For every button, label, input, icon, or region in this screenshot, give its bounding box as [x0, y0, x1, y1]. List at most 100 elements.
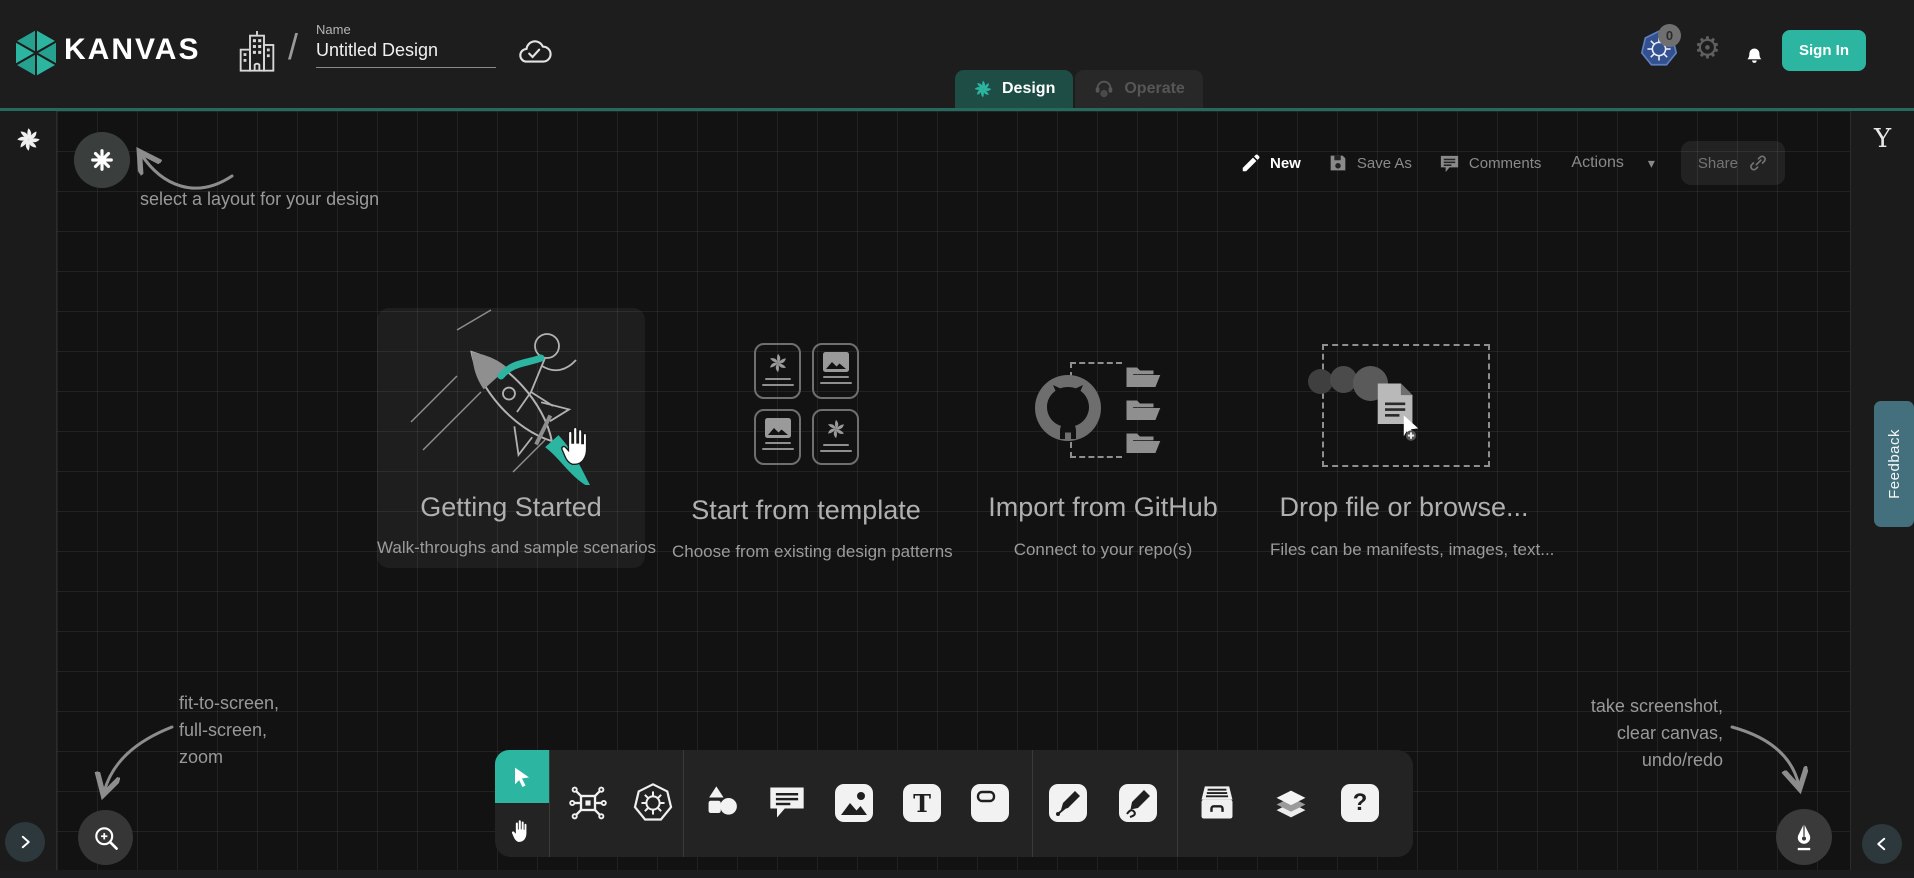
- credits-indicator[interactable]: 0: [1638, 28, 1684, 72]
- tool-comment[interactable]: [767, 784, 807, 827]
- pencil-draw-icon: [1119, 784, 1157, 822]
- tab-design[interactable]: Design: [955, 70, 1073, 108]
- tool-image[interactable]: [835, 784, 873, 822]
- template-tile-pinwheel: [812, 409, 859, 465]
- tool-kubernetes[interactable]: [631, 781, 675, 830]
- floppy-save-icon: [1327, 152, 1349, 174]
- pinwheel-icon: [825, 418, 847, 440]
- sign-in-button[interactable]: Sign In: [1782, 30, 1866, 71]
- header: KANVAS / Name: [0, 0, 1914, 108]
- tool-text[interactable]: T: [903, 784, 941, 822]
- cloud-saved-icon: [516, 36, 554, 66]
- new-label: New: [1270, 155, 1301, 172]
- tab-operate-label: Operate: [1124, 80, 1184, 98]
- card-title-drop-file: Drop file or browse...: [1270, 492, 1538, 523]
- card-start-from-template[interactable]: [754, 343, 859, 465]
- comments-button[interactable]: Comments: [1438, 152, 1542, 175]
- save-as-label: Save As: [1357, 155, 1412, 172]
- kubernetes-helm-icon: [631, 781, 675, 825]
- new-button[interactable]: New: [1240, 152, 1301, 174]
- card-title-template: Start from template: [672, 495, 940, 526]
- design-pinwheel-icon: [973, 79, 993, 99]
- tool-flow-nodes[interactable]: [567, 782, 609, 829]
- folder-icon: [1125, 430, 1161, 455]
- card-title-github: Import from GitHub: [969, 492, 1237, 523]
- yaml-panel-icon[interactable]: Y: [1874, 124, 1891, 154]
- organization-building-icon[interactable]: [236, 28, 278, 76]
- caret-down-icon: ▾: [1648, 155, 1655, 172]
- screenshot-tools-button[interactable]: [1776, 809, 1832, 865]
- pinwheel-icon: [767, 352, 789, 374]
- canvas-actions-toolbar: New Save As Comments Actions ▾ Share: [1240, 141, 1785, 185]
- comments-icon: [1438, 152, 1461, 175]
- tool-select[interactable]: [495, 750, 549, 803]
- actions-dropdown[interactable]: Actions ▾: [1571, 154, 1655, 172]
- template-tile-image: [812, 343, 859, 399]
- card-subtitle-drop-file: Files can be manifests, images, text...: [1270, 540, 1538, 560]
- notifications-bell-icon[interactable]: [1740, 37, 1768, 67]
- bottom-strip: [0, 870, 1914, 878]
- design-name-input[interactable]: [316, 40, 496, 68]
- kanvas-app: KANVAS / Name: [0, 0, 1914, 878]
- text-tool-icon: T: [903, 784, 941, 822]
- tool-pen-path[interactable]: [1049, 784, 1087, 822]
- tool-drawer[interactable]: [1196, 783, 1238, 828]
- tools-toolbar: T: [495, 750, 1413, 857]
- github-octocat-icon: [1035, 375, 1101, 441]
- operate-headset-icon: [1093, 78, 1115, 100]
- credits-count-badge: 0: [1658, 24, 1681, 47]
- image-icon: [823, 352, 849, 372]
- help-icon: ?: [1341, 784, 1379, 822]
- kanvas-logo-icon: [12, 27, 60, 79]
- select-cursor-icon: [508, 763, 536, 791]
- design-name-field: Name: [316, 22, 496, 68]
- save-as-button[interactable]: Save As: [1327, 152, 1412, 174]
- folder-icon: [1125, 364, 1161, 389]
- card-import-github[interactable]: [1035, 360, 1170, 470]
- share-link-icon: [1748, 153, 1768, 173]
- chevron-right-icon: [16, 833, 34, 851]
- comment-tool-icon: [767, 784, 807, 822]
- card-subtitle-getting-started: Walk-throughs and sample scenarios: [377, 538, 645, 558]
- flow-nodes-icon: [567, 782, 609, 824]
- collapse-right-panel-button[interactable]: [1862, 824, 1902, 864]
- card-subtitle-template: Choose from existing design patterns: [672, 542, 940, 562]
- chevron-left-icon: [1873, 835, 1891, 853]
- folder-icon: [1125, 397, 1161, 422]
- shapes-icon: [703, 783, 743, 823]
- settings-gear-icon[interactable]: ⚙: [1694, 34, 1721, 64]
- sticky-note-icon: [971, 784, 1009, 822]
- expand-left-panel-button[interactable]: [5, 822, 45, 862]
- drawer-icon: [1196, 783, 1238, 823]
- hand-tool-icon: [508, 815, 536, 845]
- actions-label: Actions: [1571, 154, 1623, 172]
- card-getting-started[interactable]: [377, 308, 645, 568]
- name-field-label: Name: [316, 22, 496, 37]
- share-button[interactable]: Share: [1681, 141, 1785, 185]
- pen-path-icon: [1049, 784, 1087, 822]
- tool-sticky-note[interactable]: [971, 784, 1009, 822]
- layout-hint-text: select a layout for your design: [140, 186, 379, 213]
- tool-help[interactable]: ?: [1341, 784, 1379, 822]
- screenshot-hint-text: take screenshot,clear canvas,undo/redo: [1531, 693, 1723, 774]
- tab-operate[interactable]: Operate: [1075, 70, 1202, 108]
- hand-cursor: [556, 418, 602, 470]
- card-subtitle-github: Connect to your repo(s): [969, 540, 1237, 560]
- tool-shapes[interactable]: [703, 783, 743, 828]
- tool-hand[interactable]: [495, 803, 549, 857]
- zoom-controls-button[interactable]: [78, 810, 133, 865]
- feedback-tab[interactable]: Feedback: [1874, 401, 1914, 527]
- left-rail: [0, 111, 57, 870]
- feedback-label: Feedback: [1886, 429, 1903, 499]
- image-tool-icon: [835, 784, 873, 822]
- file-plus-cursor-icon: [1372, 380, 1424, 442]
- tab-design-label: Design: [1002, 80, 1055, 98]
- tool-pencil-draw[interactable]: [1119, 784, 1157, 822]
- pencil-new-icon: [1240, 152, 1262, 174]
- left-rail-pinwheel-icon[interactable]: [15, 126, 42, 153]
- tool-layers[interactable]: [1271, 784, 1311, 829]
- breadcrumb-slash: /: [288, 26, 298, 68]
- card-drop-file[interactable]: [1322, 344, 1490, 467]
- template-tile-pinwheel: [754, 343, 801, 399]
- layout-picker-button[interactable]: [74, 132, 130, 188]
